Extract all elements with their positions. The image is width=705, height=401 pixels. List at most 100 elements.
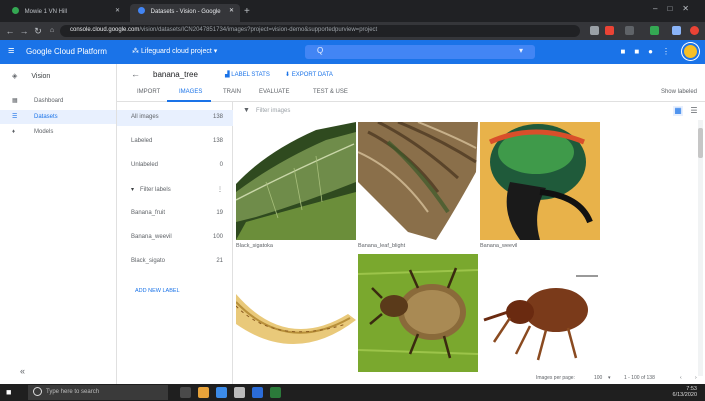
gcp-brand[interactable]: Google Cloud Platform — [26, 47, 107, 56]
label-stats-button[interactable]: ▟ LABEL STATS — [225, 71, 270, 78]
image-thumbnail[interactable] — [358, 122, 478, 240]
profile-icon[interactable] — [690, 26, 699, 35]
reload-icon[interactable]: ↻ — [32, 25, 44, 37]
taskbar-search-input[interactable]: Type here to search — [28, 385, 168, 400]
address-bar[interactable]: console.cloud.google.com/vision/datasets… — [60, 25, 580, 37]
nav-item-dashboard[interactable]: ▦ Dashboard — [0, 94, 116, 108]
browser-tab-strip: Mowie 1 VN Hill ✕ Datasets - Vision - Go… — [0, 0, 705, 22]
image-thumbnail[interactable] — [358, 254, 478, 372]
terminal-icon[interactable]: ■ — [634, 47, 648, 56]
tab-import[interactable]: Import — [137, 89, 160, 95]
scrollbar-thumb[interactable] — [698, 128, 703, 158]
label-name: All images — [131, 114, 159, 120]
chrome-icon[interactable] — [216, 387, 227, 398]
show-labeled-link[interactable]: Show labeled — [661, 89, 697, 95]
dataset-name: banana_tree — [153, 70, 198, 79]
new-tab-icon[interactable]: + — [244, 6, 250, 17]
prev-page-icon[interactable]: ‹ — [680, 375, 682, 381]
taskbar-search-placeholder: Type here to search — [46, 389, 100, 395]
list-view-icon[interactable]: ☰ — [689, 106, 699, 116]
label-row-banana-weevil[interactable]: Banana_weevil 100 — [117, 230, 233, 246]
gallery-scrollbar[interactable] — [698, 120, 703, 376]
image-filter-bar: ▼ Filter images ▦ ☰ — [236, 104, 705, 120]
windows-taskbar: ■ Type here to search 7:53 6/13/2020 — [0, 384, 705, 401]
label-count: 19 — [216, 210, 223, 216]
extension-icon[interactable] — [625, 26, 634, 35]
search-icon: Q — [317, 46, 324, 55]
more-vert-icon[interactable]: ⋮ — [662, 47, 679, 56]
tab-favicon-icon — [138, 7, 145, 14]
back-arrow-icon[interactable]: ← — [4, 25, 16, 37]
label-row-unlabeled[interactable]: Unlabeled 0 — [117, 158, 233, 174]
chevron-down-icon: ▾ — [518, 46, 523, 55]
close-tab-icon[interactable]: ✕ — [229, 7, 234, 14]
image-thumbnail[interactable] — [236, 122, 356, 240]
image-caption: Banana_weevil — [480, 243, 518, 249]
filter-labels-placeholder: Filter labels — [140, 187, 171, 193]
browser-tab[interactable]: Mowie 1 VN Hill ✕ — [4, 4, 126, 22]
excel-icon[interactable] — [270, 387, 281, 398]
label-row-labeled[interactable]: Labeled 138 — [117, 134, 233, 150]
tab-images[interactable]: Images — [179, 89, 202, 95]
view-toggle: ▦ ☰ — [667, 106, 699, 116]
filter-icon[interactable]: ▼ — [243, 107, 250, 114]
more-vert-icon[interactable]: ⋮ — [217, 186, 223, 193]
image-thumbnail[interactable] — [480, 122, 600, 240]
nav-item-models[interactable]: ♦ Models — [0, 126, 116, 140]
caret-down-icon: ▾ — [131, 187, 135, 193]
avatar[interactable] — [682, 43, 699, 60]
banana-leaf-image — [236, 122, 356, 240]
label-row-all-images[interactable]: All images 138 — [117, 110, 233, 126]
back-arrow-icon[interactable]: ← — [131, 69, 140, 79]
filter-images-input[interactable]: Filter images — [256, 108, 290, 114]
label-name: Labeled — [131, 138, 153, 144]
next-page-icon[interactable]: › — [695, 375, 697, 381]
nav-item-label: Datasets — [34, 114, 58, 120]
extension-icon[interactable] — [672, 26, 681, 35]
label-name: Banana_weevil — [131, 234, 172, 240]
grid-view-icon[interactable]: ▦ — [673, 106, 683, 116]
extension-icon[interactable] — [590, 26, 599, 35]
hamburger-menu-icon[interactable]: ≡ — [8, 45, 14, 57]
word-icon[interactable] — [252, 387, 263, 398]
project-name: Lifeguard cloud project — [140, 48, 212, 55]
per-page-label: Images per page: — [536, 375, 575, 381]
tab-train[interactable]: Train — [223, 89, 241, 95]
label-count: 138 — [212, 138, 223, 144]
close-tab-icon[interactable]: ✕ — [115, 7, 120, 14]
browser-tab-active[interactable]: Datasets - Vision - Google ✕ — [130, 4, 240, 22]
window-controls[interactable]: –□✕ — [653, 4, 699, 13]
windows-start-icon[interactable]: ■ — [6, 387, 16, 397]
label-row-banana-fruit[interactable]: Banana_fruit 19 — [117, 206, 233, 222]
add-new-label-button[interactable]: ADD NEW LABEL — [135, 288, 180, 294]
home-icon[interactable]: ⌂ — [46, 25, 58, 37]
product-title: ◈ Vision — [12, 72, 50, 80]
per-page-select[interactable]: 100 — [594, 375, 602, 381]
image-caption: Black_sigatoka — [236, 243, 273, 249]
tab-test-use[interactable]: Test & use — [313, 89, 348, 95]
label-row-black-sigato[interactable]: Black_sigato 21 — [117, 254, 233, 270]
store-icon[interactable] — [234, 387, 245, 398]
dataset-tabs: Import Images Train Evaluate Test & use … — [117, 84, 705, 102]
gift-icon[interactable]: ■ — [620, 47, 634, 56]
image-caption: Banana_leaf_blight — [358, 243, 406, 249]
task-view-icon[interactable] — [180, 387, 191, 398]
extension-icon[interactable] — [650, 26, 659, 35]
image-thumbnail[interactable] — [236, 254, 356, 372]
forward-arrow-icon[interactable]: → — [18, 25, 30, 37]
collapse-nav-icon[interactable]: « — [20, 366, 25, 376]
image-thumbnail[interactable] — [480, 254, 600, 372]
search-input[interactable]: Q ▾ — [305, 45, 535, 59]
extension-icon[interactable] — [605, 26, 614, 35]
project-selector[interactable]: ⁂ Lifeguard cloud project ▾ — [132, 47, 217, 55]
cortana-icon — [33, 387, 42, 396]
system-tray[interactable]: 7:53 6/13/2020 — [673, 386, 697, 398]
tab-evaluate[interactable]: Evaluate — [259, 89, 289, 95]
nav-item-datasets[interactable]: ☰ Datasets — [0, 110, 116, 124]
header-actions: ■■●⋮ — [620, 47, 679, 56]
file-explorer-icon[interactable] — [198, 387, 209, 398]
export-data-button[interactable]: ⬇ EXPORT DATA — [285, 71, 333, 78]
help-icon[interactable]: ● — [648, 47, 662, 56]
lightbulb-icon: ♦ — [12, 129, 16, 135]
label-filter-input[interactable]: ▾ Filter labels ⋮ — [117, 182, 233, 198]
